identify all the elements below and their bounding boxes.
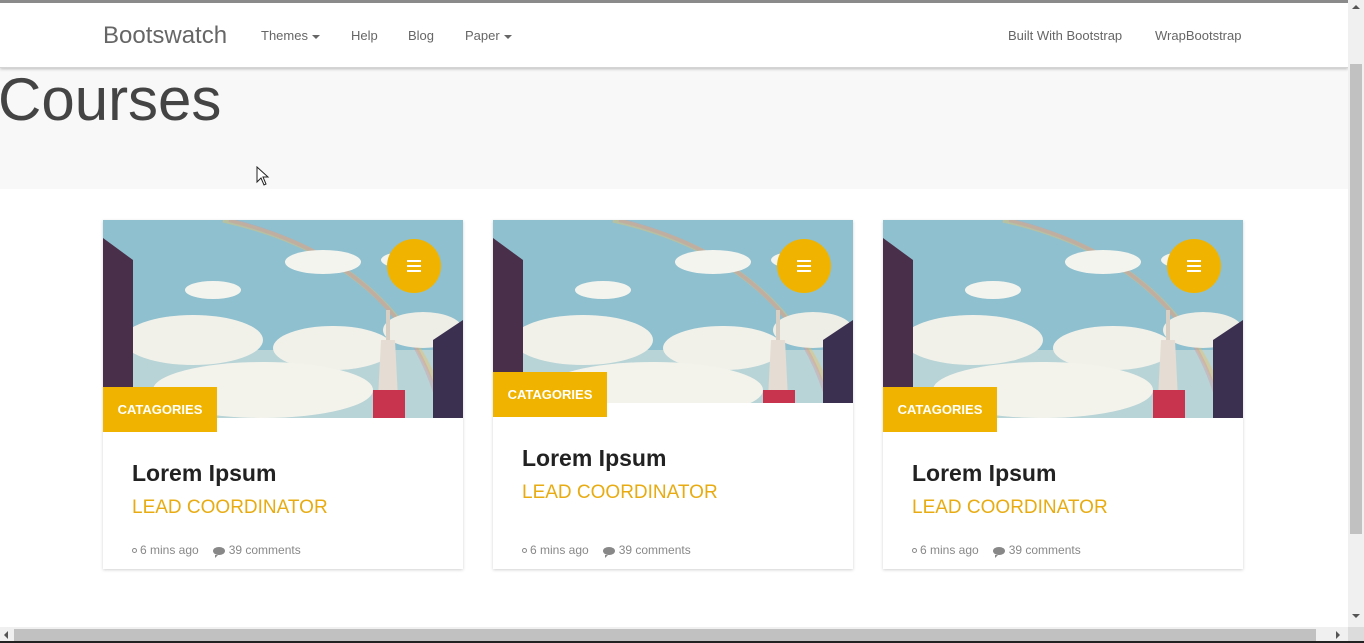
card-time: 6 mins ago (140, 543, 199, 557)
bars-icon (1187, 265, 1201, 267)
card-meta: 6 mins ago 39 comments (132, 543, 301, 558)
browser-viewport: Bootswatch Themes Help Blog Paper Built … (0, 0, 1364, 643)
nav-item-label: Themes (261, 28, 308, 43)
nav-item-wrapbootstrap[interactable]: WrapBootstrap (1155, 28, 1241, 43)
scroll-down-icon[interactable] (1352, 614, 1360, 618)
scroll-left-icon[interactable] (4, 631, 8, 639)
card-time: 6 mins ago (920, 543, 979, 557)
card-title: Lorem Ipsum (132, 460, 277, 486)
scroll-up-icon[interactable] (1352, 5, 1360, 9)
bars-icon (407, 270, 421, 272)
comments-icon (992, 546, 1005, 558)
mouse-cursor-icon (256, 166, 270, 186)
course-card: CATAGORIES Lorem Ipsum LEAD COORDINATOR … (883, 220, 1243, 569)
card-subtitle: LEAD COORDINATOR (132, 497, 328, 518)
horizontal-scroll-thumb[interactable] (14, 629, 1316, 641)
bars-icon (1187, 260, 1201, 262)
card-subtitle: LEAD COORDINATOR (912, 497, 1108, 518)
nav-item-blog[interactable]: Blog (408, 28, 434, 43)
card-meta: 6 mins ago 39 comments (522, 543, 691, 558)
page: Bootswatch Themes Help Blog Paper Built … (0, 0, 1348, 627)
card-time: 6 mins ago (530, 543, 589, 557)
nav-item-label: Built With Bootstrap (1008, 28, 1123, 43)
course-card: CATAGORIES Lorem Ipsum LEAD COORDINATOR … (493, 220, 853, 569)
nav-item-label: Paper (465, 28, 500, 43)
clock-icon (912, 548, 917, 554)
caret-down-icon (311, 34, 320, 39)
card-meta: 6 mins ago 39 comments (912, 543, 1081, 558)
comments-icon (602, 546, 615, 558)
card-comments[interactable]: 39 comments (619, 543, 691, 557)
vertical-scroll-thumb[interactable] (1350, 64, 1362, 534)
nav-item-built-with-bootstrap[interactable]: Built With Bootstrap (1008, 28, 1122, 43)
card-menu-button[interactable] (777, 239, 831, 293)
card-comments[interactable]: 39 comments (1009, 543, 1081, 557)
nav-item-label: Blog (408, 28, 435, 43)
nav-item-themes[interactable]: Themes (261, 28, 320, 43)
nav-item-label: Help (351, 28, 378, 43)
category-badge[interactable]: CATAGORIES (103, 387, 217, 432)
course-card: CATAGORIES Lorem Ipsum LEAD COORDINATOR … (103, 220, 463, 569)
caret-down-icon (503, 34, 512, 39)
nav-item-paper[interactable]: Paper (465, 28, 512, 43)
bars-icon (797, 270, 811, 272)
card-title: Lorem Ipsum (522, 445, 667, 471)
top-navbar: Bootswatch Themes Help Blog Paper Built … (0, 3, 1348, 68)
clock-icon (522, 548, 527, 554)
bars-icon (797, 265, 811, 267)
bars-icon (1187, 270, 1201, 272)
category-badge[interactable]: CATAGORIES (883, 387, 997, 432)
card-comments[interactable]: 39 comments (229, 543, 301, 557)
card-menu-button[interactable] (1167, 239, 1221, 293)
vertical-scrollbar[interactable] (1348, 0, 1364, 627)
bars-icon (407, 265, 421, 267)
category-badge[interactable]: CATAGORIES (493, 372, 607, 417)
nav-item-label: WrapBootstrap (1155, 28, 1242, 43)
card-subtitle: LEAD COORDINATOR (522, 482, 718, 503)
page-title: Courses (0, 66, 222, 133)
card-menu-button[interactable] (387, 239, 441, 293)
comments-icon (212, 546, 225, 558)
card-title: Lorem Ipsum (912, 460, 1057, 486)
navbar-brand[interactable]: Bootswatch (103, 22, 227, 50)
bars-icon (797, 260, 811, 262)
bars-icon (407, 260, 421, 262)
nav-item-help[interactable]: Help (351, 28, 378, 43)
clock-icon (132, 548, 137, 554)
scroll-right-icon[interactable] (1336, 631, 1340, 639)
